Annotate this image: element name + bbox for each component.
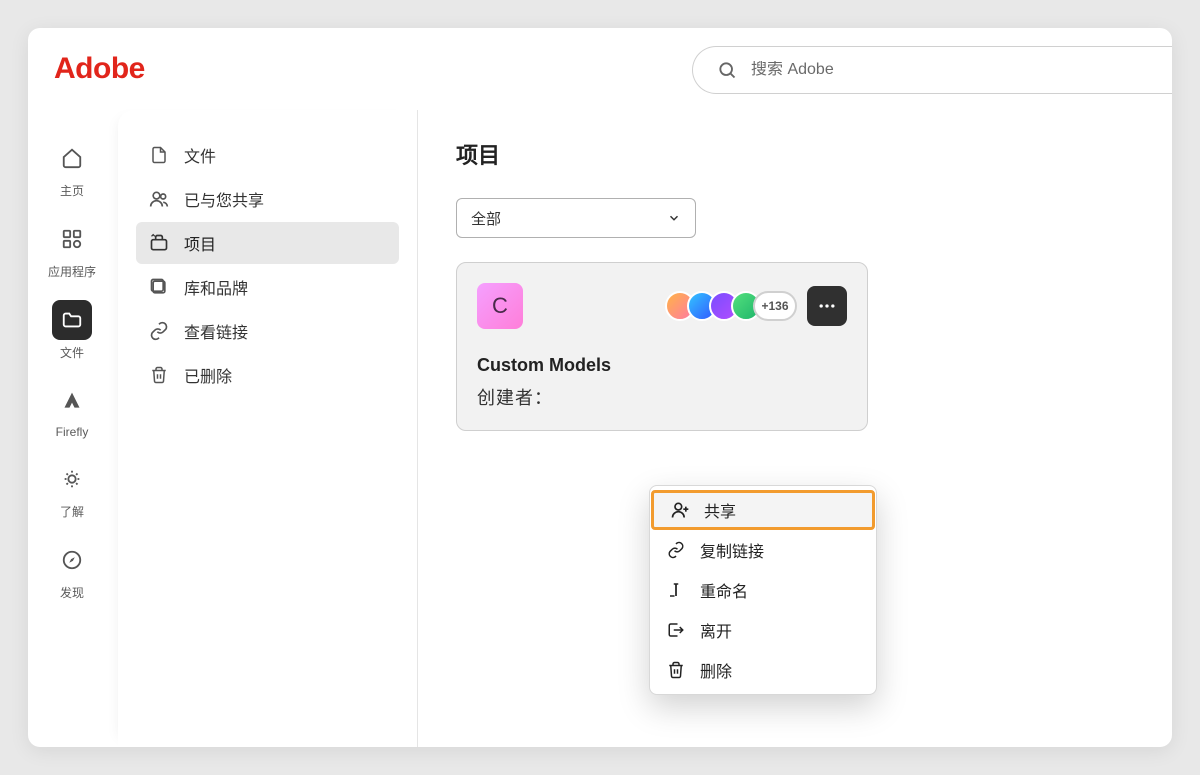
nav-files-label: 文件 [60, 344, 84, 361]
menu-leave[interactable]: 离开 [650, 610, 876, 650]
users-icon [148, 189, 170, 209]
menu-share-label: 共享 [704, 498, 736, 522]
filter-dropdown[interactable]: 全部 [456, 198, 696, 238]
side-libraries-label: 库和品牌 [184, 275, 248, 299]
side-files-label: 文件 [184, 143, 216, 167]
page-title: 项目 [456, 138, 1134, 170]
project-creator: 创建者： [477, 384, 847, 410]
more-button[interactable] [807, 286, 847, 326]
side-projects[interactable]: 项目 [136, 222, 399, 264]
project-card[interactable]: C +136 Custom Models 创建者： [456, 262, 868, 431]
nav-discover[interactable]: 发现 [40, 540, 104, 601]
chevron-down-icon [667, 211, 681, 225]
menu-copy-link-label: 复制链接 [700, 538, 764, 562]
adobe-logo: Adobe [54, 52, 145, 86]
menu-share[interactable]: 共享 [651, 490, 875, 530]
menu-delete-label: 删除 [700, 658, 732, 682]
nav-home-label: 主页 [60, 182, 84, 199]
side-shared-label: 已与您共享 [184, 187, 264, 211]
trash-icon [666, 661, 686, 679]
share-icon [670, 500, 690, 520]
projects-icon [148, 233, 170, 253]
menu-rename[interactable]: 重命名 [650, 570, 876, 610]
nav-home[interactable]: 主页 [40, 138, 104, 199]
project-name: Custom Models [477, 355, 847, 376]
rename-icon [666, 581, 686, 599]
avatar-overflow[interactable]: +136 [753, 291, 797, 321]
project-thumb: C [477, 283, 523, 329]
side-libraries[interactable]: 库和品牌 [136, 266, 399, 308]
link-icon [666, 541, 686, 559]
compass-icon [52, 540, 92, 580]
side-deleted[interactable]: 已删除 [136, 354, 399, 396]
side-deleted-label: 已删除 [184, 363, 232, 387]
firefly-icon [52, 381, 92, 421]
nav-firefly-label: Firefly [56, 425, 89, 439]
nav-files[interactable]: 文件 [40, 300, 104, 361]
menu-rename-label: 重命名 [700, 578, 748, 602]
search-input[interactable] [751, 61, 1172, 79]
side-files[interactable]: 文件 [136, 134, 399, 176]
nav-learn[interactable]: 了解 [40, 459, 104, 520]
nav-apps-label: 应用程序 [48, 263, 96, 280]
file-icon [148, 145, 170, 165]
lightbulb-icon [52, 459, 92, 499]
nav-discover-label: 发现 [60, 584, 84, 601]
folder-icon [52, 300, 92, 340]
side-links-label: 查看链接 [184, 319, 248, 343]
side-shared[interactable]: 已与您共享 [136, 178, 399, 220]
side-links[interactable]: 查看链接 [136, 310, 399, 352]
trash-icon [148, 365, 170, 385]
avatar-stack[interactable]: +136 [665, 291, 797, 321]
nav-firefly[interactable]: Firefly [40, 381, 104, 439]
nav-learn-label: 了解 [60, 503, 84, 520]
side-projects-label: 项目 [184, 231, 216, 255]
filter-value: 全部 [471, 208, 501, 229]
menu-copy-link[interactable]: 复制链接 [650, 530, 876, 570]
link-icon [148, 321, 170, 341]
leave-icon [666, 621, 686, 639]
search-field[interactable] [692, 46, 1172, 94]
context-menu: 共享 复制链接 重命名 [649, 485, 877, 695]
menu-delete[interactable]: 删除 [650, 650, 876, 690]
home-icon [52, 138, 92, 178]
apps-icon [52, 219, 92, 259]
nav-apps[interactable]: 应用程序 [40, 219, 104, 280]
libraries-icon [148, 277, 170, 297]
search-icon [717, 60, 737, 80]
menu-leave-label: 离开 [700, 618, 732, 642]
